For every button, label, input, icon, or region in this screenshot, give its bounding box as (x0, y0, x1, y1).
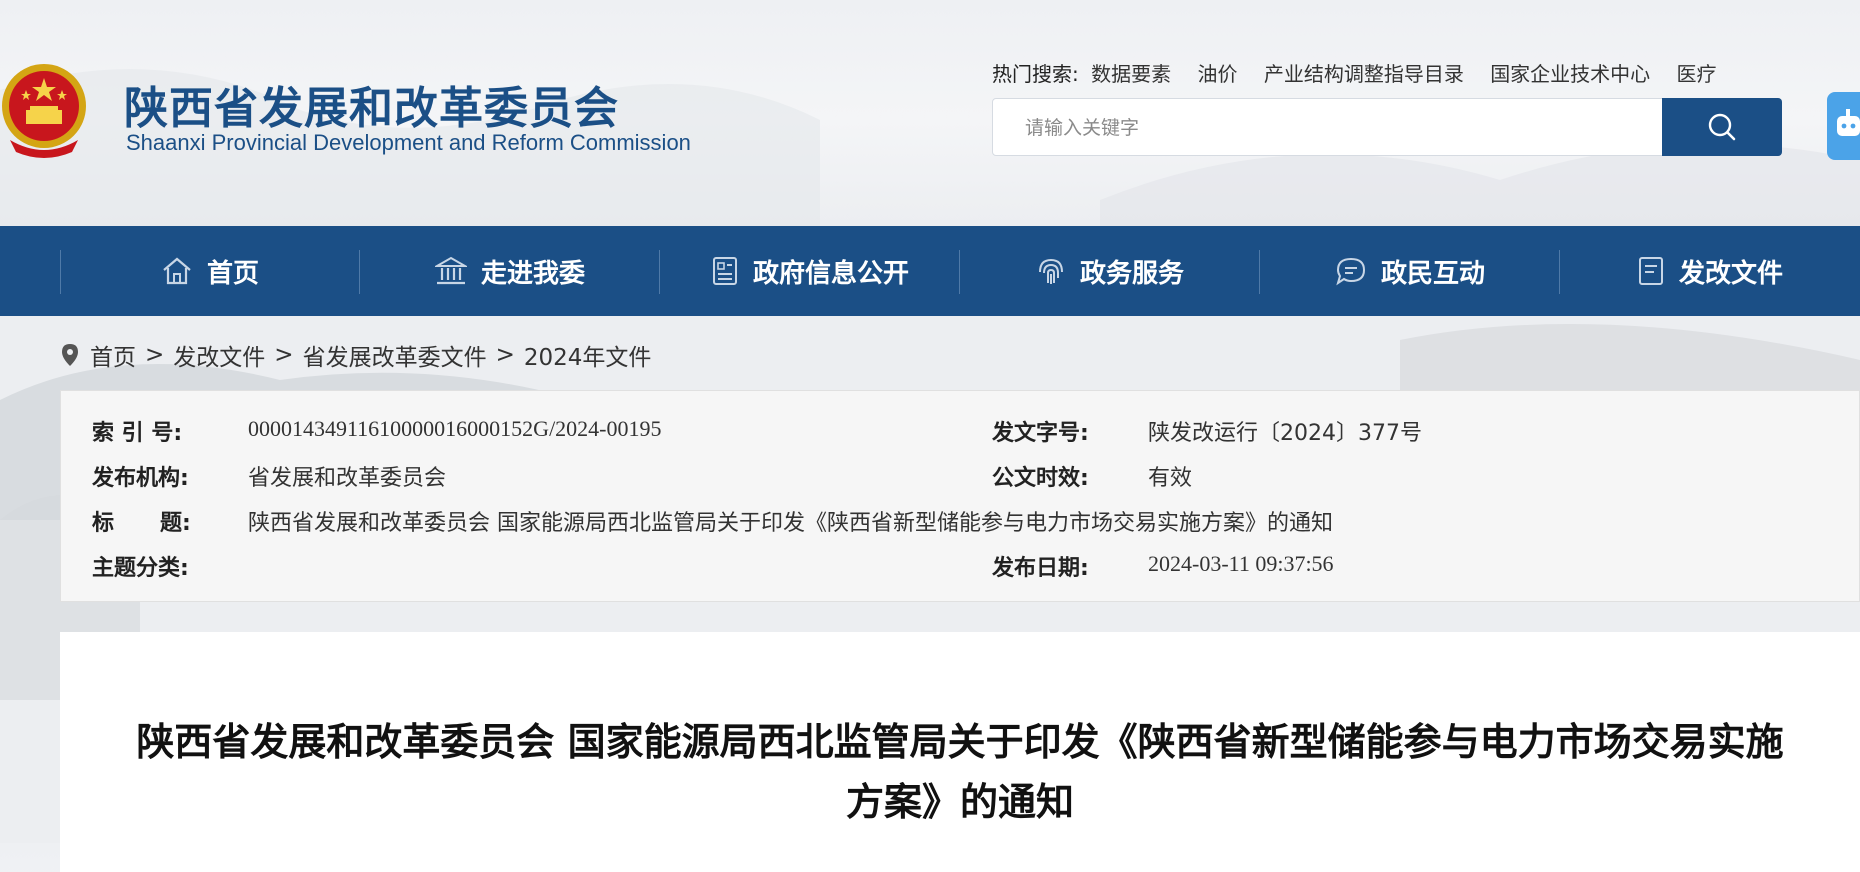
nav-item-info-disclosure[interactable]: 政府信息公开 (660, 226, 960, 316)
document-content: 陕西省发展和改革委员会 国家能源局西北监管局关于印发《陕西省新型储能参与电力市场… (60, 632, 1860, 872)
document-number-label: 发文字号: (992, 421, 1089, 446)
validity-value: 有效 (1148, 466, 1193, 491)
breadcrumb: 首页 > 发改文件 > 省发展改革委文件 > 2024年文件 (60, 338, 651, 372)
breadcrumb-link[interactable]: 发改文件 (173, 338, 265, 372)
nav-item-documents[interactable]: 发改文件 (1560, 226, 1860, 316)
main-nav: 首页 走进我委 政府信息公开 政务服务 政民互动 发改文件 (0, 226, 1860, 316)
file-icon (1638, 257, 1663, 285)
breadcrumb-link[interactable]: 省发展改革委文件 (303, 338, 487, 372)
robot-icon (1837, 109, 1860, 136)
publish-date-value: 2024-03-11 09:37:56 (1148, 551, 1334, 576)
hot-search-link[interactable]: 产业结构调整指导目录 (1264, 62, 1464, 86)
nav-item-about[interactable]: 走进我委 (360, 226, 660, 316)
site-title[interactable]: 陕西省发展和改革委员会 (124, 72, 619, 136)
search-button[interactable] (1662, 98, 1782, 156)
breadcrumb-separator: > (274, 342, 294, 368)
validity-label: 公文时效: (992, 466, 1089, 491)
search-input[interactable] (993, 99, 1617, 157)
publisher-value: 省发展和改革委员会 (248, 466, 447, 491)
nav-item-label: 政民互动 (1380, 258, 1485, 289)
title-value: 陕西省发展和改革委员会 国家能源局西北监管局关于印发《陕西省新型储能参与电力市场… (248, 511, 1333, 536)
title-label: 标 题: (92, 511, 191, 536)
nav-item-interaction[interactable]: 政民互动 (1260, 226, 1560, 316)
breadcrumb-link[interactable]: 首页 (90, 338, 136, 372)
chat-icon (1336, 257, 1365, 286)
nav-item-services[interactable]: 政务服务 (960, 226, 1260, 316)
index-number-value: 00001434911610000016000152G/2024-00195 (248, 416, 662, 441)
hot-search-link[interactable]: 油价 (1197, 62, 1237, 86)
hot-search-link[interactable]: 数据要素 (1091, 62, 1171, 86)
assistant-robot-button[interactable] (1827, 92, 1860, 160)
document-metadata: 索 引 号: 00001434911610000016000152G/2024-… (60, 390, 1860, 602)
nav-item-label: 发改文件 (1678, 258, 1783, 289)
hot-search-link[interactable]: 医疗 (1677, 62, 1717, 86)
site-header: 陕西省发展和改革委员会 Shaanxi Provincial Developme… (0, 0, 1860, 226)
document-number-value: 陕发改运行〔2024〕377号 (1148, 421, 1422, 446)
breadcrumb-link[interactable]: 2024年文件 (524, 338, 652, 372)
category-label: 主题分类: (92, 556, 189, 581)
hot-search-label: 热门搜索: (992, 62, 1079, 86)
breadcrumb-separator: > (495, 342, 515, 368)
fingerprint-icon (1038, 258, 1063, 284)
publisher-label: 发布机构: (92, 466, 189, 491)
hot-search: 热门搜索: 数据要素 油价 产业结构调整指导目录 国家企业技术中心 医疗 (992, 58, 1737, 87)
breadcrumb-separator: > (145, 342, 165, 368)
site-title-english: Shaanxi Provincial Development and Refor… (126, 130, 691, 155)
document-title: 陕西省发展和改革委员会 国家能源局西北监管局关于印发《陕西省新型储能参与电力市场… (136, 720, 1784, 824)
national-emblem-icon (2, 64, 86, 158)
nav-item-label: 走进我委 (480, 258, 585, 289)
document-list-icon (712, 257, 737, 285)
search-box (992, 98, 1782, 157)
nav-item-label: 首页 (206, 258, 259, 289)
index-number-label: 索 引 号: (92, 421, 183, 446)
location-pin-icon (62, 344, 78, 366)
home-icon (163, 257, 191, 285)
nav-item-home[interactable]: 首页 (60, 226, 360, 316)
building-icon (434, 256, 467, 285)
publish-date-label: 发布日期: (992, 556, 1089, 581)
nav-item-label: 政府信息公开 (752, 258, 909, 289)
search-icon (1708, 113, 1736, 141)
nav-item-label: 政务服务 (1079, 258, 1184, 289)
hot-search-link[interactable]: 国家企业技术中心 (1490, 62, 1650, 86)
